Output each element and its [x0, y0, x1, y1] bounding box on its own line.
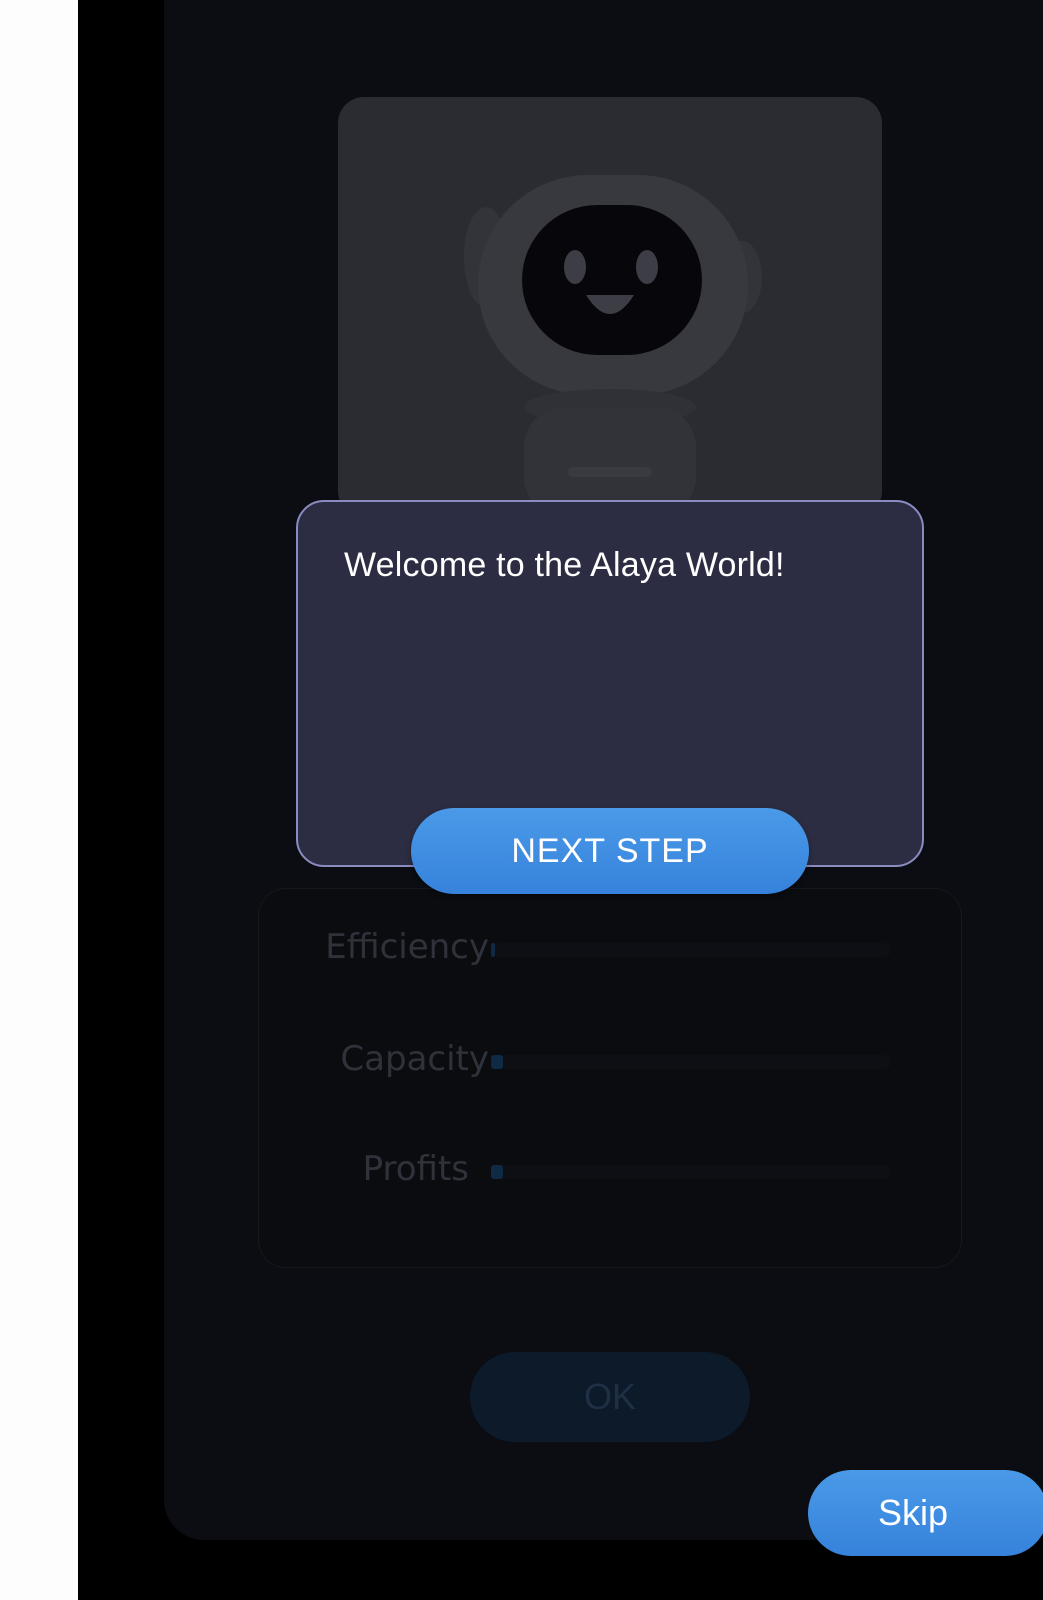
stat-label-profits: Profits — [362, 1149, 469, 1189]
skip-button[interactable]: Skip — [808, 1470, 1043, 1556]
stats-panel: Efficiency Capacity Profits — [258, 888, 962, 1268]
left-edge-strip — [0, 0, 78, 1600]
stat-label-capacity: Capacity — [340, 1039, 489, 1079]
stat-fill-capacity — [491, 1055, 503, 1069]
robot-mascot-icon — [464, 175, 762, 517]
welcome-message: Welcome to the Alaya World! — [344, 546, 785, 584]
stat-bar-efficiency — [491, 943, 891, 957]
robot-hero-image — [338, 97, 882, 517]
stat-bar-profits — [491, 1165, 891, 1179]
stat-label-efficiency: Efficiency — [325, 927, 489, 967]
stat-fill-profits — [491, 1165, 503, 1179]
stat-fill-efficiency — [491, 943, 495, 957]
stat-bar-capacity — [491, 1055, 891, 1069]
next-step-button[interactable]: NEXT STEP — [411, 808, 809, 894]
ok-button[interactable]: OK — [470, 1352, 750, 1442]
